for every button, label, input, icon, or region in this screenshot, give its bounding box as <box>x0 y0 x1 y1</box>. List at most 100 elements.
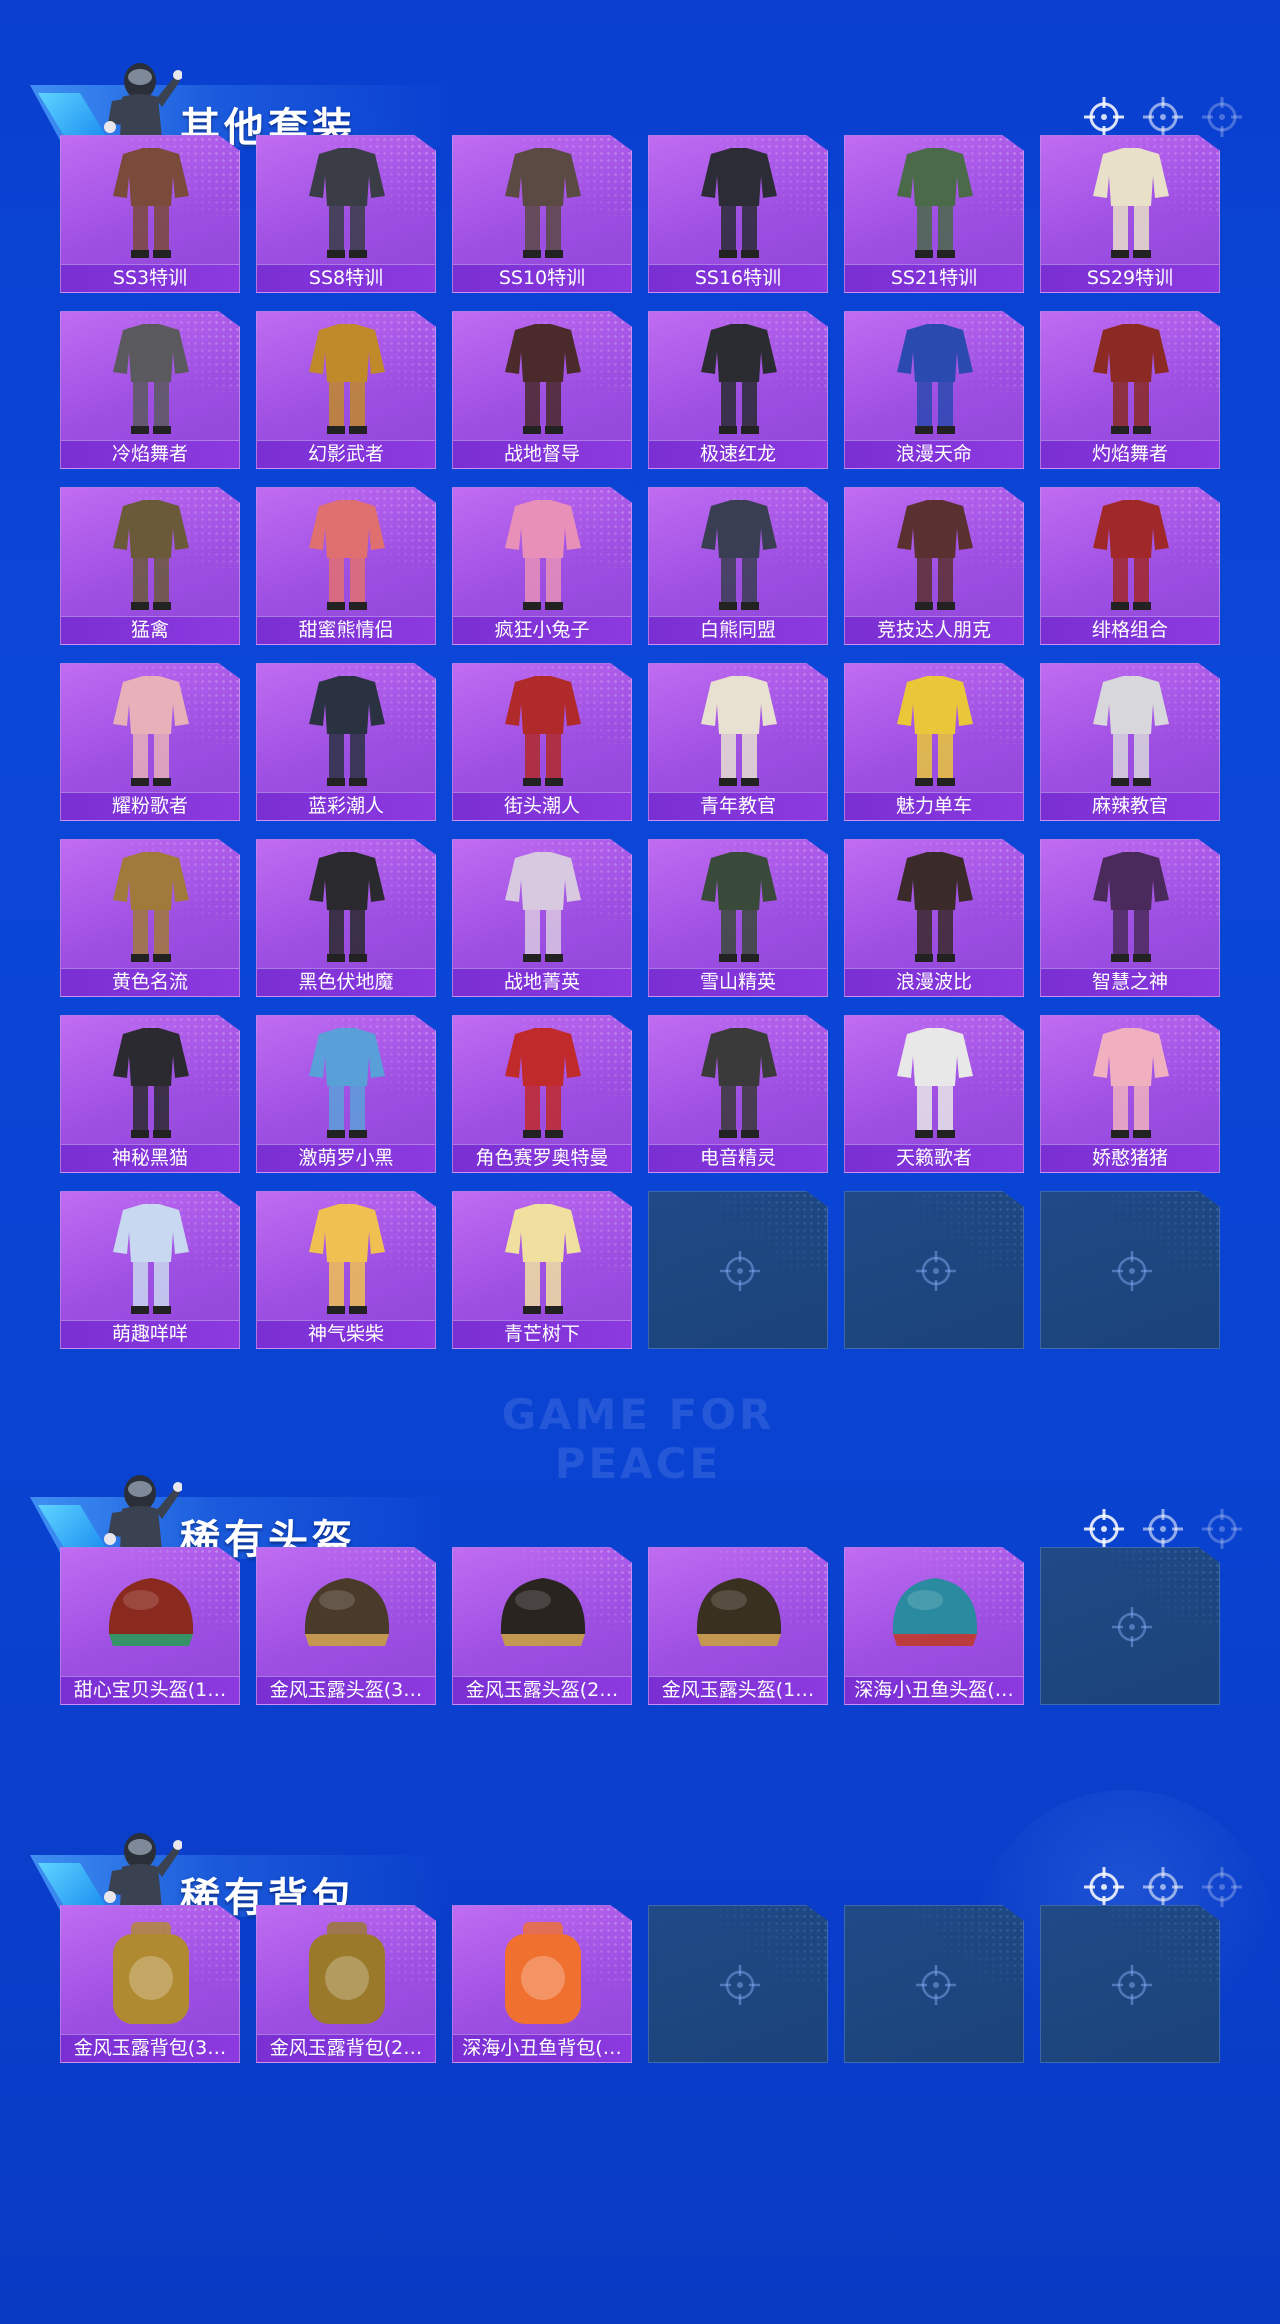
item-card[interactable]: 天籁歌者 <box>844 1015 1024 1173</box>
item-card[interactable]: 魅力单车 <box>844 663 1024 821</box>
item-card[interactable]: SS29特训 <box>1040 135 1220 293</box>
item-image <box>453 1016 631 1144</box>
item-image <box>257 1906 435 2034</box>
item-card[interactable]: 幻影武者 <box>256 311 436 469</box>
item-card[interactable]: 浪漫天命 <box>844 311 1024 469</box>
item-card[interactable]: 冷焰舞者 <box>60 311 240 469</box>
item-card[interactable]: 激萌罗小黑 <box>256 1015 436 1173</box>
item-card[interactable]: 金风玉露头盔(2… <box>452 1547 632 1705</box>
item-card[interactable]: 电音精灵 <box>648 1015 828 1173</box>
item-card[interactable]: 神秘黑猫 <box>60 1015 240 1173</box>
item-card[interactable]: 极速红龙 <box>648 311 828 469</box>
item-name: 青芒树下 <box>453 1320 631 1348</box>
empty-slot <box>844 1905 1024 2063</box>
item-card[interactable]: 青年教官 <box>648 663 828 821</box>
item-name: 疯狂小兔子 <box>453 616 631 644</box>
empty-slot <box>1040 1905 1220 2063</box>
item-card[interactable]: 竞技达人朋克 <box>844 487 1024 645</box>
item-name: SS16特训 <box>649 264 827 292</box>
item-image <box>453 488 631 616</box>
item-grid: 金风玉露背包(3… 金风玉露背包(2… 深海小丑鱼背包(… <box>60 1905 1220 2063</box>
item-name: 魅力单车 <box>845 792 1023 820</box>
item-card[interactable]: 青芒树下 <box>452 1191 632 1349</box>
item-card[interactable]: 战地菁英 <box>452 839 632 997</box>
empty-slot <box>648 1191 828 1349</box>
item-name: SS3特训 <box>61 264 239 292</box>
item-card[interactable]: 萌趣咩咩 <box>60 1191 240 1349</box>
item-grid: SS3特训 SS8特训 SS10特训 SS16特训 SS21特训 SS29特训 … <box>60 135 1220 1349</box>
item-card[interactable]: 金风玉露背包(3… <box>60 1905 240 2063</box>
item-name: 激萌罗小黑 <box>257 1144 435 1172</box>
item-card[interactable]: 金风玉露头盔(3… <box>256 1547 436 1705</box>
item-card[interactable]: SS10特训 <box>452 135 632 293</box>
item-image <box>453 136 631 264</box>
item-name: 浪漫波比 <box>845 968 1023 996</box>
item-card[interactable]: 金风玉露头盔(1… <box>648 1547 828 1705</box>
item-image <box>61 664 239 792</box>
item-card[interactable]: 神气柴柴 <box>256 1191 436 1349</box>
item-card[interactable]: 绯格组合 <box>1040 487 1220 645</box>
item-name: 竞技达人朋克 <box>845 616 1023 644</box>
item-image <box>453 840 631 968</box>
crosshair-icon <box>1109 1604 1155 1650</box>
item-image <box>453 664 631 792</box>
item-image <box>845 1016 1023 1144</box>
item-name: 黑色伏地魔 <box>257 968 435 996</box>
item-name: 雪山精英 <box>649 968 827 996</box>
item-image <box>845 488 1023 616</box>
item-image <box>61 488 239 616</box>
item-image <box>649 488 827 616</box>
crosshair-icon <box>1109 1962 1155 2008</box>
item-card[interactable]: 甜蜜熊情侣 <box>256 487 436 645</box>
item-name: 绯格组合 <box>1041 616 1219 644</box>
item-image <box>453 312 631 440</box>
item-card[interactable]: 黄色名流 <box>60 839 240 997</box>
item-card[interactable]: 战地督导 <box>452 311 632 469</box>
item-card[interactable]: 蓝彩潮人 <box>256 663 436 821</box>
item-image <box>257 488 435 616</box>
item-card[interactable]: 街头潮人 <box>452 663 632 821</box>
item-card[interactable]: 灼焰舞者 <box>1040 311 1220 469</box>
item-card[interactable]: 疯狂小兔子 <box>452 487 632 645</box>
item-name: 金风玉露背包(3… <box>61 2034 239 2062</box>
item-name: SS10特训 <box>453 264 631 292</box>
item-card[interactable]: 浪漫波比 <box>844 839 1024 997</box>
item-image <box>61 1016 239 1144</box>
item-card[interactable]: 雪山精英 <box>648 839 828 997</box>
item-name: 冷焰舞者 <box>61 440 239 468</box>
item-image <box>649 1016 827 1144</box>
crosshair-icon <box>717 1962 763 2008</box>
item-card[interactable]: 角色赛罗奥特曼 <box>452 1015 632 1173</box>
item-name: 幻影武者 <box>257 440 435 468</box>
item-image <box>61 840 239 968</box>
item-image <box>257 312 435 440</box>
item-name: 麻辣教官 <box>1041 792 1219 820</box>
item-card[interactable]: 深海小丑鱼背包(… <box>452 1905 632 2063</box>
item-card[interactable]: SS16特训 <box>648 135 828 293</box>
empty-slot <box>1040 1547 1220 1705</box>
item-image <box>61 136 239 264</box>
item-card[interactable]: SS3特训 <box>60 135 240 293</box>
game-watermark: GAME FOR PEACE <box>501 1390 775 1488</box>
item-image <box>257 1548 435 1676</box>
empty-slot <box>648 1905 828 2063</box>
item-image <box>649 664 827 792</box>
item-card[interactable]: 耀粉歌者 <box>60 663 240 821</box>
item-image <box>845 664 1023 792</box>
item-card[interactable]: 猛禽 <box>60 487 240 645</box>
item-image <box>845 312 1023 440</box>
item-card[interactable]: 深海小丑鱼头盔(… <box>844 1547 1024 1705</box>
item-card[interactable]: 麻辣教官 <box>1040 663 1220 821</box>
item-name: 金风玉露头盔(3… <box>257 1676 435 1704</box>
item-name: 战地菁英 <box>453 968 631 996</box>
item-name: 极速红龙 <box>649 440 827 468</box>
item-card[interactable]: 娇憨猪猪 <box>1040 1015 1220 1173</box>
item-card[interactable]: 黑色伏地魔 <box>256 839 436 997</box>
item-card[interactable]: 智慧之神 <box>1040 839 1220 997</box>
item-card[interactable]: 白熊同盟 <box>648 487 828 645</box>
item-card[interactable]: 甜心宝贝头盔(1… <box>60 1547 240 1705</box>
item-card[interactable]: SS21特训 <box>844 135 1024 293</box>
item-card[interactable]: 金风玉露背包(2… <box>256 1905 436 2063</box>
item-card[interactable]: SS8特训 <box>256 135 436 293</box>
item-name: 深海小丑鱼背包(… <box>453 2034 631 2062</box>
